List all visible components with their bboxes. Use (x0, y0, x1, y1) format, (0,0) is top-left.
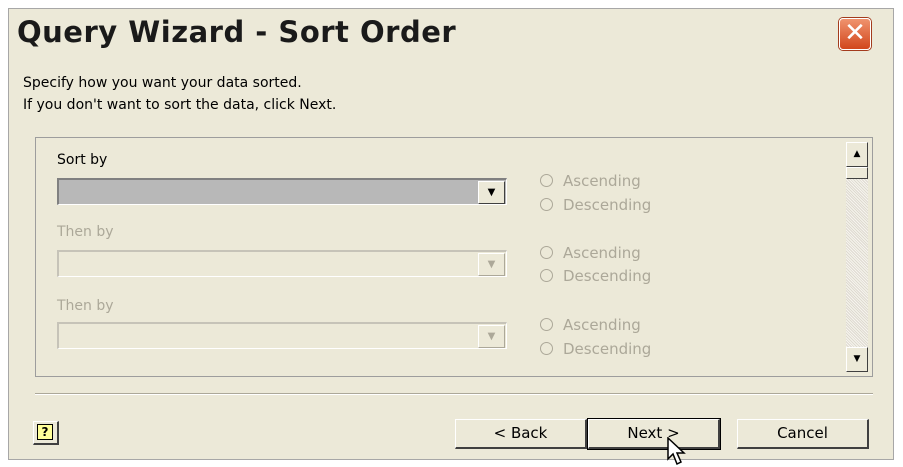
sort-by-combo[interactable]: ▼ (57, 178, 507, 205)
divider (35, 393, 873, 395)
instruction-line-1: Specify how you want your data sorted. (23, 75, 302, 91)
radio-icon (540, 198, 553, 211)
sort-by-dropdown-arrow-icon[interactable]: ▼ (478, 181, 505, 204)
then-by-2-descending-option[interactable]: Descending (540, 338, 651, 358)
sort-by-label: Sort by (57, 152, 108, 168)
then-by-1-dropdown-arrow-icon[interactable]: ▼ (478, 253, 505, 276)
sort-by-descending-option[interactable]: Descending (540, 194, 651, 214)
title-bar[interactable]: Query Wizard - Sort Order ✕ (9, 9, 893, 59)
instruction-line-2: If you don't want to sort the data, clic… (23, 97, 337, 113)
then-by-2-ascending-option[interactable]: Ascending (540, 314, 641, 334)
radio-icon (540, 246, 553, 259)
window-title: Query Wizard - Sort Order (17, 15, 457, 49)
radio-icon (540, 342, 553, 355)
back-button[interactable]: < Back (455, 419, 587, 449)
then-by-1-ascending-option[interactable]: Ascending (540, 242, 641, 262)
scroll-down-arrow-icon[interactable]: ▼ (846, 347, 868, 372)
then-by-label-1: Then by (57, 224, 114, 240)
vertical-scrollbar[interactable]: ▲ ▼ (846, 142, 868, 372)
help-icon: ? (37, 424, 53, 440)
then-by-label-2: Then by (57, 298, 114, 314)
mouse-pointer-icon (667, 437, 686, 466)
help-button[interactable]: ? (33, 421, 59, 445)
scrollbar-thumb[interactable] (846, 167, 868, 179)
radio-icon (540, 318, 553, 331)
then-by-combo-1[interactable]: ▼ (57, 250, 507, 277)
query-wizard-dialog: Query Wizard - Sort Order ✕ Specify how … (8, 8, 894, 466)
sort-criteria-panel: Sort by ▼ Ascending Descending Then by ▼… (35, 137, 873, 377)
scroll-up-arrow-icon[interactable]: ▲ (846, 142, 868, 167)
then-by-2-dropdown-arrow-icon[interactable]: ▼ (478, 325, 505, 348)
radio-icon (540, 269, 553, 282)
radio-icon (540, 174, 553, 187)
sort-by-ascending-option[interactable]: Ascending (540, 170, 641, 190)
close-button[interactable]: ✕ (839, 18, 871, 50)
then-by-1-descending-option[interactable]: Descending (540, 265, 651, 285)
next-button[interactable]: Next > (587, 418, 721, 450)
then-by-combo-2[interactable]: ▼ (57, 322, 507, 349)
cancel-button[interactable]: Cancel (737, 419, 869, 449)
